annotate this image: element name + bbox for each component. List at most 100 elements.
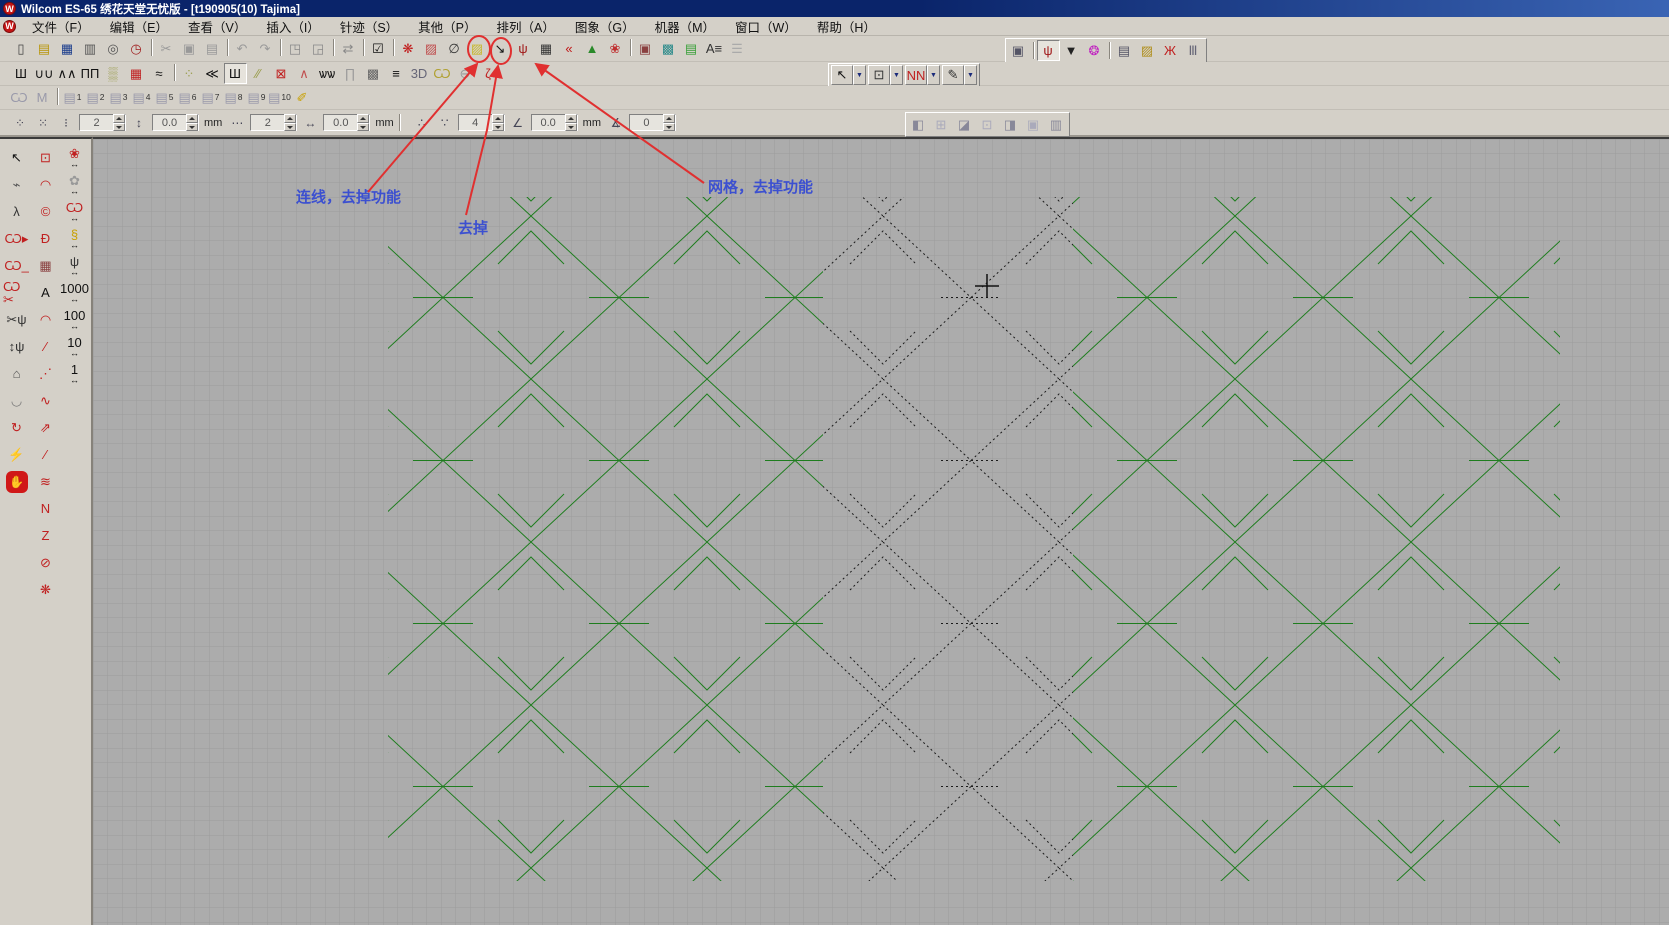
stitch-pair-icon[interactable]: «	[558, 38, 581, 59]
stitch-view-icon[interactable]: ❋	[397, 38, 420, 59]
sequence-stamp-3-icon[interactable]: ◪	[953, 114, 976, 135]
menu-insert[interactable]: 插入（I）	[256, 18, 329, 35]
thread-break-tool[interactable]: ⚡	[3, 442, 30, 467]
regenerate-icon[interactable]: ⇄	[337, 38, 360, 59]
show-boundary-icon[interactable]: ☑	[367, 38, 390, 59]
machine-head-8-icon[interactable]: ▤8	[222, 87, 245, 108]
machine-head-4-icon[interactable]: ▤4	[130, 87, 153, 108]
dropdown-arrow-icon[interactable]: ▼	[927, 65, 940, 85]
menu-machine[interactable]: 机器（M）	[645, 18, 725, 35]
sequence-stamp-6-icon[interactable]: ▣	[1022, 114, 1045, 135]
fan-stitch-icon[interactable]: ≪	[201, 63, 224, 84]
motif-fill-icon[interactable]: ▒	[102, 63, 125, 84]
flame-tool-icon[interactable]: ζ	[477, 63, 500, 84]
needle-point-icon[interactable]: ψ	[1037, 40, 1060, 61]
menu-file[interactable]: 文件（F）	[22, 18, 100, 35]
hatch-yellow-icon[interactable]: ▨	[466, 38, 489, 59]
three-d-effect-icon[interactable]: 3D	[408, 63, 431, 84]
save-design-icon[interactable]: ▦	[56, 38, 79, 59]
zigzag-stitch-icon[interactable]: ∧∧	[56, 63, 79, 84]
stitch-width-tool[interactable]: Ѡ↔	[61, 199, 88, 224]
node-edit-tool[interactable]: λ	[3, 199, 30, 224]
thread-spring-tool[interactable]: §↔	[61, 226, 88, 251]
grid-toggle-icon[interactable]: ▦	[535, 38, 558, 59]
flowers-white-tool[interactable]: ✿↔	[61, 172, 88, 197]
sequence-stamp-5-icon[interactable]: ◨	[999, 114, 1022, 135]
menu-edit[interactable]: 编辑（E）	[100, 18, 178, 35]
numeric-field[interactable]: 0.0	[323, 114, 370, 131]
new-document-icon[interactable]: ▯	[10, 38, 33, 59]
letter-d-tool[interactable]: Ð	[32, 226, 59, 251]
arrows-ascend-tool[interactable]: ⇗	[32, 415, 59, 440]
dropdown-arrow-icon[interactable]: ▼	[964, 65, 977, 85]
machine-head-3-icon[interactable]: ▤3	[107, 87, 130, 108]
pen-input-combo[interactable]: ✎▼	[942, 65, 977, 85]
canvas-drawing[interactable]	[93, 139, 1669, 925]
oval-tool-icon[interactable]: ⊖	[454, 63, 477, 84]
design-canvas[interactable]	[93, 137, 1669, 925]
paste-icon[interactable]: ▤	[201, 38, 224, 59]
funnel-icon[interactable]: ▼	[1060, 40, 1083, 61]
short-line-tool[interactable]: ∕	[32, 442, 59, 467]
dropdown-arrow-icon[interactable]: ▼	[853, 65, 866, 85]
stitch-select-tool[interactable]: Ѡ▸	[3, 226, 30, 251]
tatami-fill-icon[interactable]: ПП	[79, 63, 102, 84]
line-nodes-tool[interactable]: ∕	[32, 334, 59, 359]
open-design-icon[interactable]: ▤	[33, 38, 56, 59]
flowers-red-tool[interactable]: ❀↔	[61, 145, 88, 170]
freehand-icon[interactable]: Ѡ	[431, 63, 454, 84]
dotted-line-tool[interactable]: ⋰	[32, 361, 59, 386]
width-10-tool[interactable]: 10↔	[61, 334, 88, 359]
print-icon[interactable]: ▥	[79, 38, 102, 59]
select-tool-combo[interactable]: ↖▼	[831, 65, 866, 85]
width-1000-tool[interactable]: 1000↔	[61, 280, 88, 305]
machine-head-7-icon[interactable]: ▤7	[199, 87, 222, 108]
spinner[interactable]	[186, 114, 198, 131]
send-to-machine-icon[interactable]: ▨	[1136, 40, 1159, 61]
fan-white-tool[interactable]: ◡	[3, 388, 30, 413]
menu-image[interactable]: 图象（G）	[565, 18, 645, 35]
thread-flowers-icon[interactable]: ❀	[604, 38, 627, 59]
fusion-fill-icon[interactable]: ⁘	[178, 63, 201, 84]
machine-frame-icon[interactable]: Ж	[1159, 40, 1182, 61]
needle-width-tool[interactable]: ψ↔	[61, 253, 88, 278]
spinner[interactable]	[565, 114, 577, 131]
selected-pattern-column[interactable]	[823, 197, 1073, 881]
sequence-stamp-4-icon[interactable]: ⊡	[976, 114, 999, 135]
undo-icon[interactable]: ↶	[231, 38, 254, 59]
numeric-field[interactable]: 0.0	[152, 114, 199, 131]
bars-icon[interactable]: Ⅲ	[1182, 40, 1205, 61]
menu-other[interactable]: 其他（P）	[408, 18, 486, 35]
hoop-frame-icon[interactable]: ▣	[1007, 40, 1030, 61]
circle-arc-tool[interactable]: ©	[32, 199, 59, 224]
reshape-object-tool[interactable]: ⊡	[32, 145, 59, 170]
spinner[interactable]	[113, 114, 125, 131]
repeat-copy-icon[interactable]: Ѡ	[8, 87, 31, 108]
menu-help[interactable]: 帮助（H）	[807, 18, 886, 35]
color-change-icon[interactable]: ✐	[291, 87, 314, 108]
select-arrow-tool[interactable]: ↖	[3, 145, 30, 170]
repeat-machine-icon[interactable]: M	[31, 87, 54, 108]
spinner[interactable]	[492, 114, 504, 131]
star-burst-icon[interactable]: ∧	[293, 63, 316, 84]
cross-stitch-icon[interactable]: ▦	[125, 63, 148, 84]
applique-icon[interactable]: ⊠	[270, 63, 293, 84]
n-shape-tool[interactable]: N	[32, 496, 59, 521]
reshape-tool-combo[interactable]: ⊡▼	[868, 65, 903, 85]
width-1-tool[interactable]: 1↔	[61, 361, 88, 386]
machine-head-2-icon[interactable]: ▤2	[84, 87, 107, 108]
ungroup-icon[interactable]: ◲	[307, 38, 330, 59]
pattern-stamp-icon[interactable]: ▩	[362, 63, 385, 84]
design-worksheet-icon[interactable]: ▤	[1113, 40, 1136, 61]
numeric-field[interactable]: 0	[629, 114, 676, 131]
menu-view[interactable]: 查看（V）	[178, 18, 256, 35]
lettering-tool[interactable]: A	[32, 280, 59, 305]
menu-window[interactable]: 窗口（W）	[725, 18, 807, 35]
connector-toggle-icon[interactable]: ↘	[489, 38, 512, 59]
sequence-stamp-2-icon[interactable]: ⊞	[930, 114, 953, 135]
plaid-pattern-tool[interactable]: ▦	[32, 253, 59, 278]
circles-slash-tool[interactable]: ⊘	[32, 550, 59, 575]
hoop-tool[interactable]: ⌂	[3, 361, 30, 386]
print-preview-icon[interactable]: ◎	[102, 38, 125, 59]
sequence-stamp-1-icon[interactable]: ◧	[907, 114, 930, 135]
